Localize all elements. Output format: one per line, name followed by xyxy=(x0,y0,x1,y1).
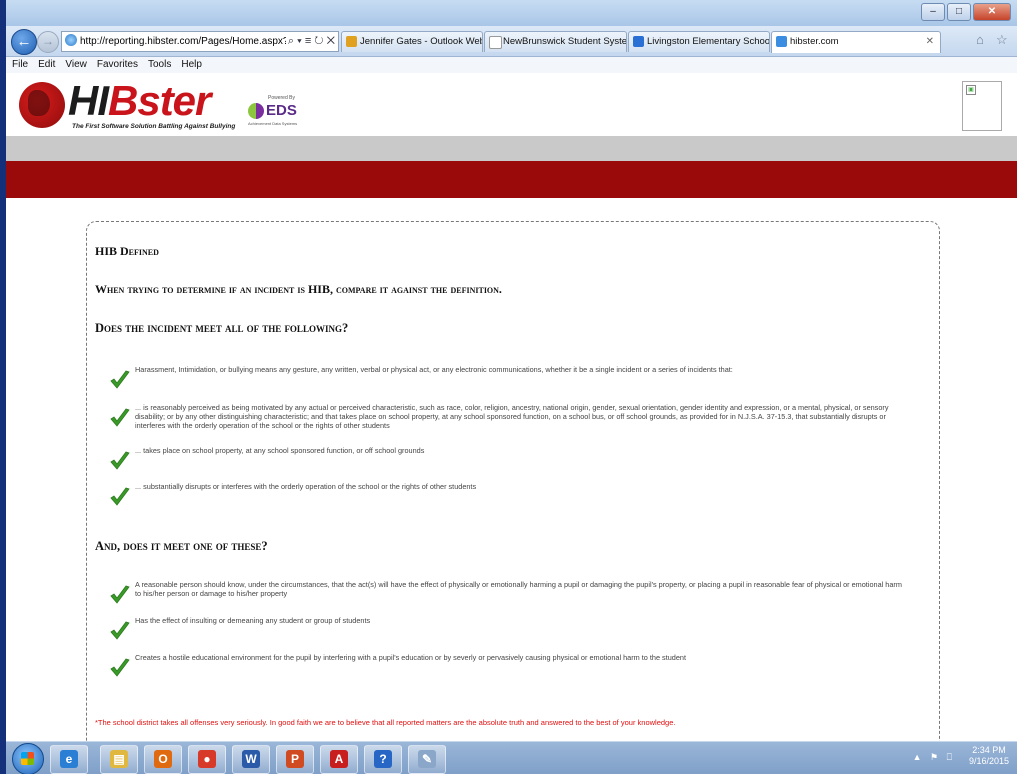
tray-icons[interactable]: ▲ ⚑ ⎕ xyxy=(913,752,955,763)
tab-favicon-icon xyxy=(346,36,357,47)
taskbar: e ▤ O ● W P A? ✎ ▲ ⚑ ⎕ 2:34 PM 9/16/2015 xyxy=(6,741,1017,774)
checkmark-icon xyxy=(109,450,131,472)
tab-label: Jennifer Gates - Outlook Web ... xyxy=(360,36,483,47)
back-button[interactable]: ← xyxy=(11,29,37,55)
navigation-bar: ← → http://reporting.hibster.com/Pages/H… xyxy=(6,26,1017,57)
menu-tools[interactable]: Tools xyxy=(148,57,171,72)
browser-tab[interactable]: hibster.com ✕ xyxy=(771,31,941,53)
close-tab-icon[interactable]: ✕ xyxy=(926,32,934,52)
word-icon: W xyxy=(242,750,260,768)
checkmark-icon xyxy=(109,620,131,642)
checkmark-icon xyxy=(109,369,131,391)
criterion-text: Has the effect of insulting or demeaning… xyxy=(135,616,371,625)
menu-edit[interactable]: Edit xyxy=(38,57,55,72)
page-title: HIB Defined xyxy=(95,244,159,258)
tab-favicon-icon xyxy=(776,36,787,47)
taskbar-ie-button[interactable]: e xyxy=(50,745,88,774)
hib-definition-panel: HIB Defined When trying to determine if … xyxy=(86,221,940,741)
title-bar: – □ ✕ xyxy=(6,0,1017,26)
window-controls: – □ ✕ xyxy=(921,3,1011,21)
menu-favorites[interactable]: Favorites xyxy=(97,57,138,72)
address-controls[interactable]: ⌕ ▾ ≡ ↻ ✕ xyxy=(285,32,335,51)
home-icon[interactable]: ⌂ xyxy=(976,32,984,47)
taskbar-chrome-button[interactable]: ● xyxy=(188,745,226,774)
criterion-text: ... substantially disrupts or interferes… xyxy=(135,482,477,491)
taskbar-paint-button[interactable]: ✎ xyxy=(408,745,446,774)
question-all-heading: Does the incident meet all of the follow… xyxy=(95,321,349,335)
browser-window: – □ ✕ ← → http://reporting.hibster.com/P… xyxy=(6,0,1017,774)
criterion-text: ... is reasonably perceived as being mot… xyxy=(135,403,889,430)
tab-label: hibster.com xyxy=(790,36,839,47)
taskbar-help-button[interactable]: ? xyxy=(364,745,402,774)
minimize-button[interactable]: – xyxy=(921,3,945,21)
close-window-button[interactable]: ✕ xyxy=(973,3,1011,21)
acrobat-icon: A xyxy=(330,750,348,768)
menu-bar: File Edit View Favorites Tools Help xyxy=(6,57,1017,73)
help-icon: ? xyxy=(374,750,392,768)
logo-wordmark: HIBster xyxy=(68,77,211,124)
ie-icon: e xyxy=(60,750,78,768)
browser-tab[interactable]: Jennifer Gates - Outlook Web ... xyxy=(341,31,483,52)
forward-button[interactable]: → xyxy=(37,31,59,53)
maximize-button[interactable]: □ xyxy=(947,3,971,21)
start-button[interactable] xyxy=(12,743,44,774)
menu-view[interactable]: View xyxy=(65,57,87,72)
menu-file[interactable]: File xyxy=(12,57,28,72)
checkmark-icon xyxy=(109,584,131,606)
question-one-heading: And, does it meet one of these? xyxy=(95,539,268,553)
criterion-text: A reasonable person should know, under t… xyxy=(135,580,902,598)
criterion-text: Creates a hostile educational environmen… xyxy=(135,653,686,662)
tab-label: NewBrunswick Student System xyxy=(503,36,627,47)
address-bar[interactable]: http://reporting.hibster.com/Pages/Home.… xyxy=(61,31,339,52)
checkmark-icon xyxy=(109,486,131,508)
criterion-text: Harassment, Intimidation, or bullying me… xyxy=(135,365,733,374)
browser-tab[interactable]: Livingston Elementary School ... xyxy=(628,31,770,52)
clock[interactable]: 2:34 PM 9/16/2015 xyxy=(969,745,1009,767)
web-page: HIBster The First Software Solution Batt… xyxy=(6,73,1017,741)
explorer-icon: ▤ xyxy=(110,750,128,768)
red-header-band xyxy=(6,161,1017,198)
hibster-logo[interactable]: HIBster The First Software Solution Batt… xyxy=(16,77,297,135)
powerpoint-icon: P xyxy=(286,750,304,768)
tab-favicon-icon xyxy=(633,36,644,47)
compare-heading: When trying to determine if an incident … xyxy=(95,282,502,296)
gray-header-band xyxy=(6,136,1017,161)
ie-page-icon xyxy=(65,34,77,46)
taskbar-powerpoint-button[interactable]: P xyxy=(276,745,314,774)
checkmark-icon xyxy=(109,657,131,679)
eds-logo: Powered By EDS Achievement Data Systems xyxy=(248,95,298,126)
menu-help[interactable]: Help xyxy=(181,57,202,72)
paint-icon: ✎ xyxy=(418,750,436,768)
favorites-star-icon[interactable]: ☆ xyxy=(996,32,1008,48)
checkmark-icon xyxy=(109,407,131,429)
taskbar-explorer-button[interactable]: ▤ xyxy=(100,745,138,774)
taskbar-outlook-button[interactable]: O xyxy=(144,745,182,774)
outlook-icon: O xyxy=(154,750,172,768)
eds-mark-icon xyxy=(248,103,264,119)
logo-tagline: The First Software Solution Battling Aga… xyxy=(72,123,236,130)
taskbar-word-button[interactable]: W xyxy=(232,745,270,774)
tab-label: Livingston Elementary School ... xyxy=(647,36,770,47)
tab-favicon-icon xyxy=(489,36,502,49)
taskbar-acrobat-button[interactable]: A xyxy=(320,745,358,774)
broken-image-icon: ▣ xyxy=(962,81,1002,131)
criterion-text: ... takes place on school property, at a… xyxy=(135,446,425,455)
browser-tab[interactable]: NewBrunswick Student System xyxy=(484,31,627,52)
globe-icon xyxy=(19,82,65,128)
disclaimer-text: *The school district takes all offenses … xyxy=(95,718,676,727)
chrome-icon: ● xyxy=(198,750,216,768)
address-url: http://reporting.hibster.com/Pages/Home.… xyxy=(80,36,307,47)
